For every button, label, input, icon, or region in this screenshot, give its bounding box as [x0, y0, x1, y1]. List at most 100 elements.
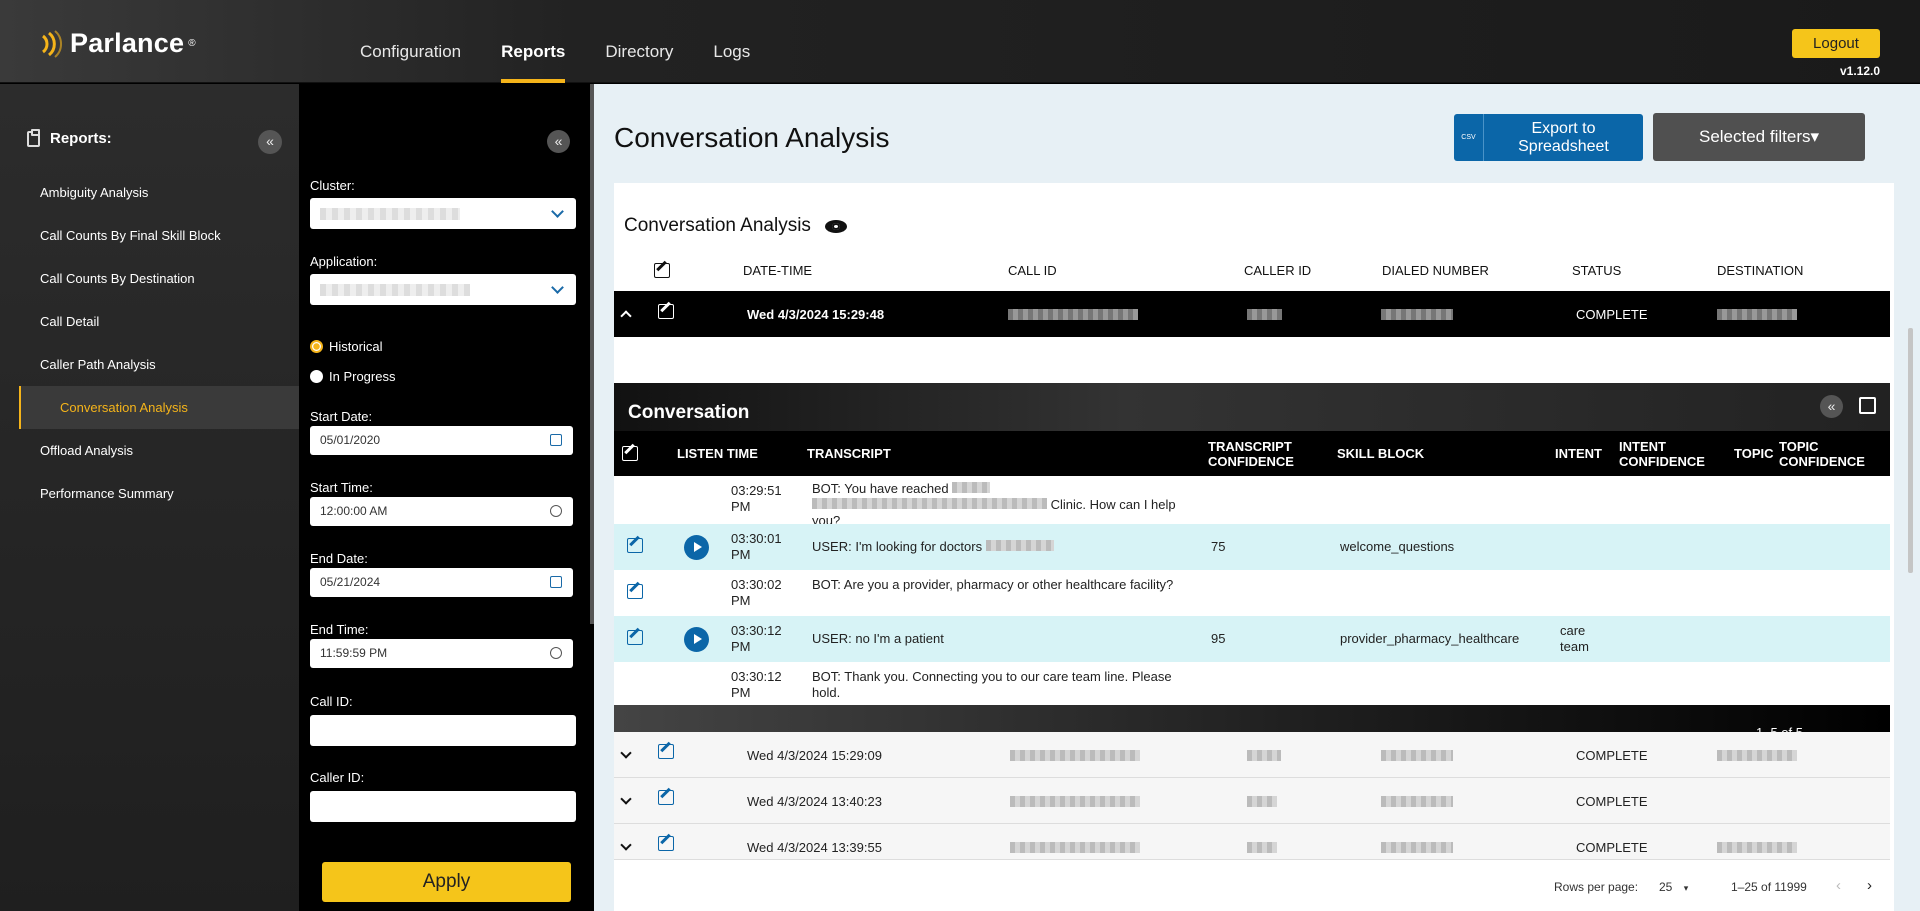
col-caller-id[interactable]: CALLER ID — [1244, 263, 1311, 278]
sidebar-item-performance-summary[interactable]: Performance Summary — [0, 472, 299, 515]
col-date-time[interactable]: DATE-TIME — [743, 263, 812, 278]
sidebar-item-call-detail[interactable]: Call Detail — [0, 300, 299, 343]
eye-icon[interactable] — [824, 219, 847, 233]
redacted-value — [1717, 842, 1797, 853]
export-label: Export to Spreadsheet — [1518, 119, 1609, 155]
cluster-select[interactable] — [310, 198, 576, 229]
listen-time: 03:30:12 PM — [731, 669, 782, 700]
card-title: Conversation Analysis — [624, 215, 847, 237]
col-intent-confidence[interactable]: INTENT CONFIDENCE — [1619, 431, 1719, 476]
row-edit-button[interactable] — [658, 304, 674, 322]
nav-reports[interactable]: Reports — [481, 0, 585, 83]
calendar-icon[interactable] — [550, 434, 562, 446]
play-audio-button[interactable] — [684, 535, 709, 560]
parlance-logo[interactable]: Parlance ® — [40, 28, 196, 59]
chevron-down-icon[interactable] — [620, 793, 632, 805]
chevron-right-icon[interactable]: › — [1867, 877, 1872, 894]
play-audio-button[interactable] — [684, 627, 709, 652]
application-label: Application: — [310, 254, 378, 269]
redacted-value — [1247, 842, 1277, 853]
call-id-label: Call ID: — [310, 694, 353, 709]
col-destination[interactable]: DESTINATION — [1717, 263, 1803, 278]
calendar-icon[interactable] — [550, 576, 562, 588]
end-time-input[interactable]: 11:59:59 PM — [310, 639, 573, 668]
nav-configuration[interactable]: Configuration — [340, 0, 481, 83]
table-row-expanded[interactable]: Wed 4/3/2024 15:29:48 COMPLETE — [614, 291, 1890, 337]
row-caller-id — [1247, 308, 1282, 323]
caret-down-icon: ▾ — [1683, 883, 1689, 893]
caller-id-input[interactable] — [310, 791, 576, 822]
table-row[interactable]: Wed 4/3/2024 15:29:09 COMPLETE — [614, 732, 1890, 778]
results-table-header: DATE-TIME CALL ID CALLER ID DIALED NUMBE… — [614, 255, 1890, 285]
col-listen-time[interactable]: LISTEN TIME — [677, 431, 758, 476]
sidebar-item-offload-analysis[interactable]: Offload Analysis — [0, 429, 299, 472]
row-edit-button[interactable] — [627, 538, 643, 557]
redacted-value — [952, 482, 991, 493]
sidebar-item-caller-path-analysis[interactable]: Caller Path Analysis — [0, 343, 299, 386]
collapse-sidebar-button[interactable]: « — [258, 130, 282, 154]
chevron-left-icon[interactable]: ‹ — [1836, 877, 1841, 894]
start-time-input[interactable]: 12:00:00 AM — [310, 497, 573, 526]
collapse-filters-button[interactable]: « — [547, 130, 570, 153]
skill-block: provider_pharmacy_healthcare — [1340, 631, 1520, 646]
col-status[interactable]: STATUS — [1572, 263, 1621, 278]
start-date-input[interactable]: 05/01/2020 — [310, 426, 573, 455]
end-date-input[interactable]: 05/21/2024 — [310, 568, 573, 597]
col-transcript[interactable]: TRANSCRIPT — [807, 431, 891, 476]
col-transcript-confidence[interactable]: TRANSCRIPT CONFIDENCE — [1208, 431, 1308, 476]
reports-list: Ambiguity Analysis Call Counts By Final … — [0, 171, 299, 515]
row-edit-button[interactable] — [658, 744, 674, 762]
open-external-icon[interactable] — [1859, 397, 1876, 414]
row-edit-button[interactable] — [627, 584, 643, 603]
application-select[interactable] — [310, 274, 576, 305]
main-nav: Configuration Reports Directory Logs — [340, 0, 770, 83]
redacted-value — [320, 283, 470, 296]
results-scrollbar[interactable] — [1908, 328, 1913, 573]
row-status: COMPLETE — [1576, 794, 1648, 809]
row-edit-button[interactable] — [627, 630, 643, 649]
rows-per-page-select[interactable]: 25 ▾ — [1659, 880, 1688, 894]
sidebar-item-call-counts-destination[interactable]: Call Counts By Destination — [0, 257, 299, 300]
col-topic-confidence[interactable]: TOPIC CONFIDENCE — [1779, 431, 1879, 476]
card-title-text: Conversation Analysis — [624, 215, 811, 236]
results-range: 1–25 of 11999 — [1731, 880, 1807, 894]
col-dialed-number[interactable]: DIALED NUMBER — [1382, 263, 1489, 278]
row-edit-button[interactable] — [658, 790, 674, 808]
row-edit-button[interactable] — [658, 836, 674, 854]
col-call-id[interactable]: CALL ID — [1008, 263, 1057, 278]
logout-button[interactable]: Logout — [1792, 29, 1880, 58]
chevron-up-icon[interactable] — [620, 310, 632, 322]
row-caller-id — [1247, 749, 1281, 764]
selected-filters-dropdown[interactable]: Selected filters▾ — [1653, 113, 1865, 161]
nav-logs[interactable]: Logs — [693, 0, 770, 83]
rows-per-page-value: 25 — [1659, 880, 1673, 894]
conv-edit-columns-icon[interactable] — [622, 431, 638, 476]
nav-directory[interactable]: Directory — [585, 0, 693, 83]
radio-historical[interactable]: Historical — [310, 339, 382, 354]
table-row[interactable]: Wed 4/3/2024 13:39:55 COMPLETE — [614, 824, 1890, 860]
col-topic[interactable]: TOPIC — [1734, 431, 1774, 476]
clock-icon[interactable] — [550, 647, 562, 659]
reports-sidebar: Reports: « Ambiguity Analysis Call Count… — [0, 84, 299, 911]
table-row[interactable]: Wed 4/3/2024 13:40:23 COMPLETE — [614, 778, 1890, 824]
chevron-down-icon[interactable] — [620, 747, 632, 759]
redacted-value — [812, 498, 1047, 509]
call-id-input[interactable] — [310, 715, 576, 746]
sidebar-item-call-counts-final-skill-block[interactable]: Call Counts By Final Skill Block — [0, 214, 299, 257]
transcript-part: BOT: You have reached — [812, 481, 949, 496]
redacted-value — [1381, 842, 1453, 853]
collapse-conversation-button[interactable]: « — [1820, 395, 1843, 418]
sidebar-item-ambiguity-analysis[interactable]: Ambiguity Analysis — [0, 171, 299, 214]
sidebar-item-conversation-analysis[interactable]: Conversation Analysis — [19, 386, 299, 429]
col-skill-block[interactable]: SKILL BLOCK — [1337, 431, 1424, 476]
redacted-value — [1381, 750, 1453, 761]
col-intent[interactable]: INTENT — [1555, 431, 1602, 476]
radio-in-progress[interactable]: In Progress — [310, 369, 395, 384]
edit-columns-icon[interactable] — [654, 263, 670, 281]
apply-button[interactable]: Apply — [322, 862, 571, 902]
conversation-row: 03:30:12 PM BOT: Thank you. Connecting y… — [614, 662, 1890, 708]
export-spreadsheet-button[interactable]: CSV Export to Spreadsheet — [1454, 114, 1643, 161]
transcript-confidence: 95 — [1211, 631, 1226, 646]
chevron-down-icon[interactable] — [620, 839, 632, 851]
clock-icon[interactable] — [550, 505, 562, 517]
